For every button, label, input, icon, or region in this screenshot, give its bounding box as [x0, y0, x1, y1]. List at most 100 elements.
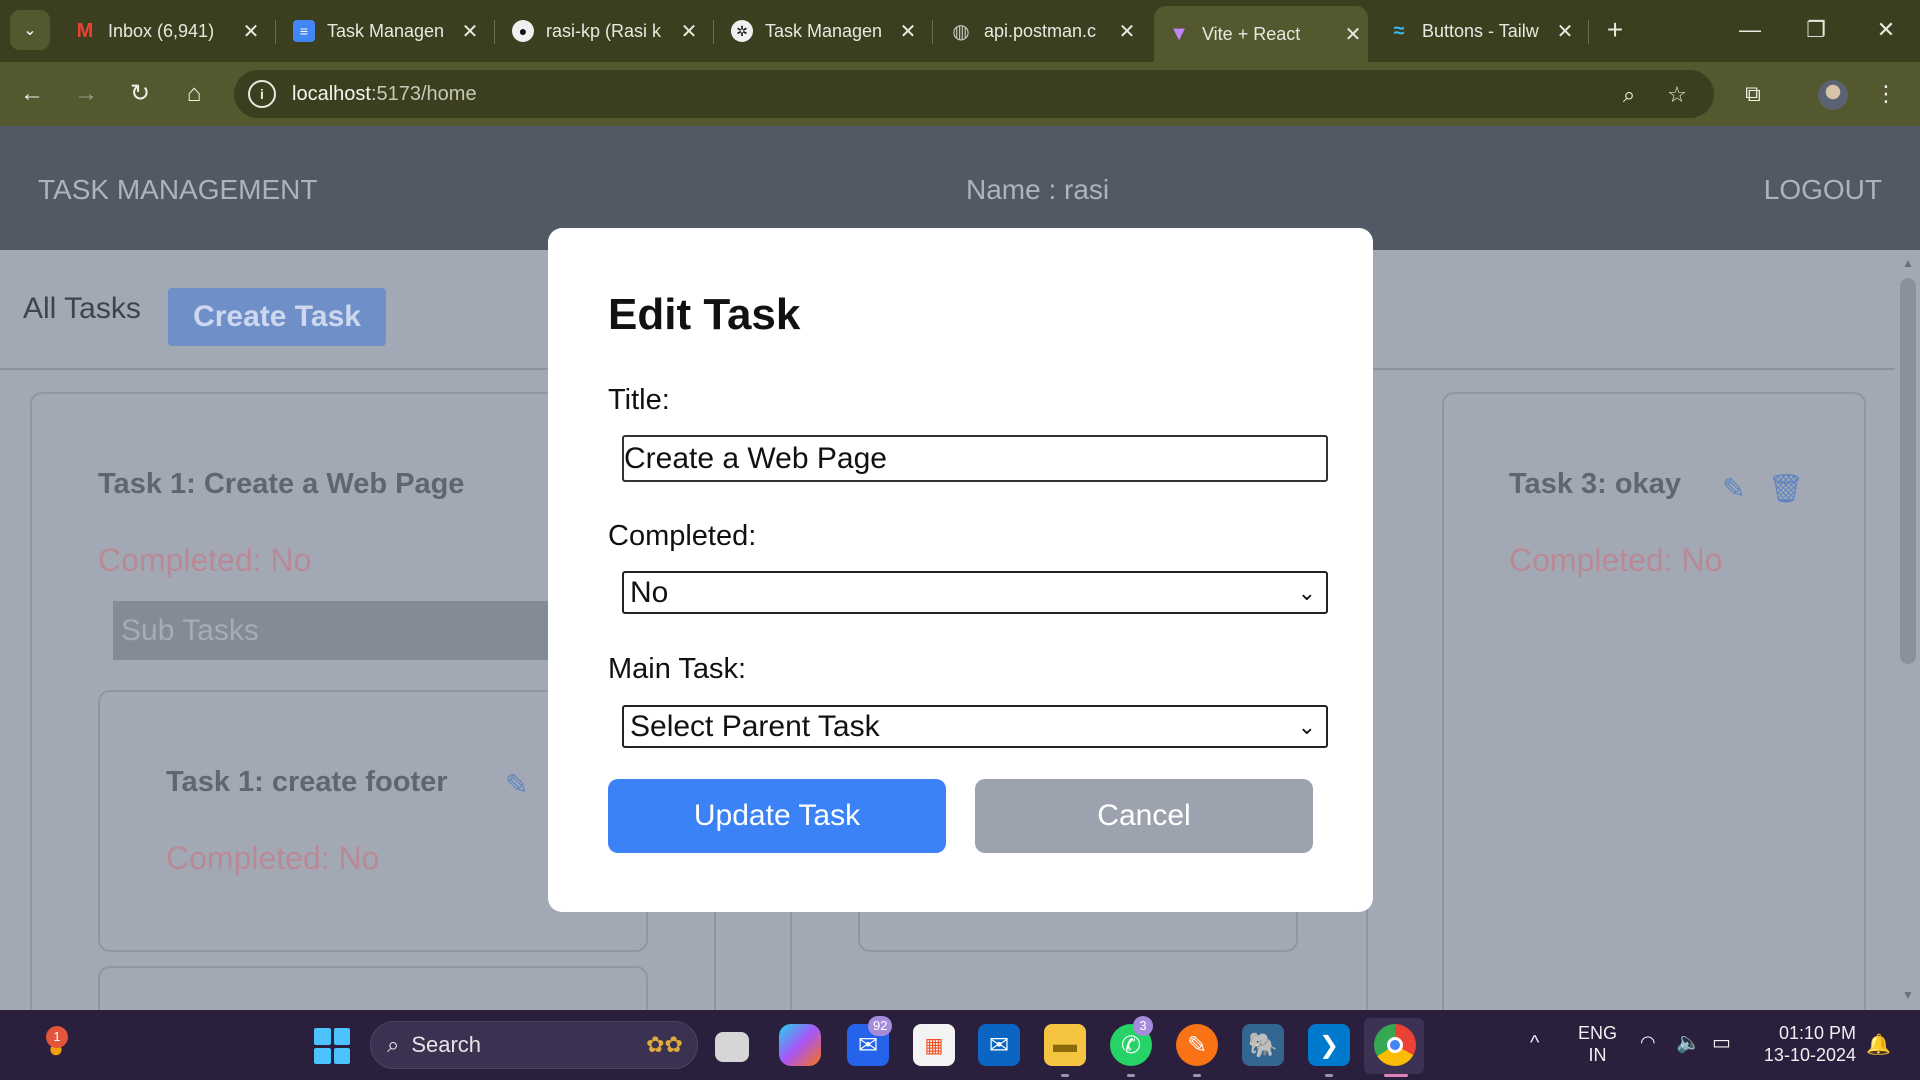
url-text[interactable]: localhost:5173/home	[292, 83, 477, 106]
notification-badge: 3	[1133, 1016, 1153, 1036]
chevron-down-icon: ⌄	[1297, 580, 1316, 605]
volume-icon[interactable]: 🔈	[1676, 1030, 1701, 1055]
completed-select[interactable]: No ⌄	[622, 571, 1328, 614]
all-tasks-heading: All Tasks	[23, 292, 141, 325]
postman-icon[interactable]: ✎	[1176, 1024, 1218, 1066]
task-title: Task 3: okay	[1509, 468, 1681, 500]
chatgpt-icon: ✲	[731, 20, 753, 42]
reload-icon[interactable]: ↻	[122, 76, 158, 112]
notifications-bell-icon[interactable]: 🔔	[1866, 1032, 1891, 1057]
battery-icon[interactable]: ▭	[1712, 1030, 1731, 1055]
main-task-select[interactable]: Select Parent Task ⌄	[622, 705, 1328, 748]
scroll-down-icon[interactable]: ▼	[1899, 988, 1917, 1006]
system-clock[interactable]: 01:10 PM 13-10-2024	[1760, 1022, 1856, 1066]
chrome-menu-icon[interactable]: ⋮	[1868, 76, 1904, 112]
tab-divider	[1588, 20, 1589, 44]
tab-chatgpt[interactable]: ✲ Task Managen ✕	[717, 10, 923, 52]
restore-icon[interactable]: ❐	[1796, 12, 1836, 48]
edit-task-modal: Edit Task Title: Create a Web Page Compl…	[548, 228, 1373, 912]
main-task-label: Main Task:	[608, 653, 747, 685]
cancel-button[interactable]: Cancel	[975, 779, 1313, 853]
close-tab-icon[interactable]: ✕	[1112, 19, 1142, 44]
close-tab-icon[interactable]: ✕	[1550, 19, 1580, 44]
tab-task-management-doc[interactable]: ≡ Task Managen ✕	[279, 10, 485, 52]
task-status: Completed: No	[1509, 542, 1723, 578]
windows-start-icon[interactable]	[314, 1028, 350, 1064]
vite-icon: ▼	[1169, 22, 1189, 45]
modal-title: Edit Task	[608, 290, 801, 339]
running-indicator-active	[1384, 1074, 1408, 1077]
edit-icon[interactable]: ✎	[505, 768, 528, 801]
site-info-icon[interactable]: i	[248, 80, 276, 108]
close-tab-icon[interactable]: ✕	[674, 19, 704, 44]
close-tab-icon[interactable]: ✕	[893, 19, 923, 44]
close-window-icon[interactable]: ✕	[1866, 12, 1906, 48]
close-tab-icon[interactable]: ✕	[455, 19, 485, 44]
language-indicator[interactable]: ENG IN	[1578, 1022, 1617, 1066]
trash-icon[interactable]: 🗑	[1768, 472, 1804, 505]
user-name-label: Name : rasi	[966, 174, 1110, 205]
browser-tab-bar: ⌄ M Inbox (6,941) ✕ ≡ Task Managen ✕ ● r…	[0, 0, 1920, 62]
edit-icon[interactable]: ✎	[1722, 472, 1745, 505]
home-icon[interactable]: ⌂	[176, 76, 212, 112]
taskbar-search[interactable]: ⌕ Search ✿✿	[370, 1021, 698, 1069]
tray-overflow-chevron-icon[interactable]: ^	[1530, 1032, 1539, 1055]
scroll-thumb[interactable]	[1900, 278, 1916, 664]
logout-button[interactable]: LOGOUT	[1764, 174, 1882, 206]
vscode-icon[interactable]: ❯	[1308, 1024, 1350, 1066]
completed-label: Completed:	[608, 520, 757, 552]
create-task-button[interactable]: Create Task	[168, 288, 386, 346]
tab-search-chevron-icon[interactable]: ⌄	[10, 10, 50, 50]
task-status: Completed: No	[98, 542, 312, 578]
sub-tasks-header: Sub Tasks	[113, 601, 553, 660]
forward-arrow-icon[interactable]: →	[68, 76, 104, 112]
extensions-puzzle-icon[interactable]: ⧉	[1735, 76, 1771, 112]
store-icon[interactable]: ▦	[913, 1024, 955, 1066]
task-view-icon[interactable]	[715, 1032, 749, 1062]
task-title: Task 1: Create a Web Page	[98, 468, 465, 500]
chrome-icon[interactable]	[1374, 1024, 1416, 1066]
back-arrow-icon[interactable]: ←	[14, 76, 50, 112]
outlook-new-icon[interactable]: ✉	[978, 1024, 1020, 1066]
update-task-button[interactable]: Update Task	[608, 779, 946, 853]
profile-avatar[interactable]	[1818, 80, 1848, 110]
tab-github[interactable]: ● rasi-kp (Rasi k ✕	[498, 10, 704, 52]
tab-divider	[275, 20, 276, 44]
tab-divider	[713, 20, 714, 44]
close-tab-icon[interactable]: ✕	[1338, 22, 1368, 47]
close-tab-icon[interactable]: ✕	[236, 19, 266, 44]
tab-gmail[interactable]: M Inbox (6,941) ✕	[60, 10, 266, 52]
running-indicator	[1325, 1074, 1333, 1077]
chevron-down-icon: ⌄	[1297, 714, 1316, 739]
bookmark-star-icon[interactable]: ☆	[1662, 80, 1692, 110]
running-indicator	[1061, 1074, 1069, 1077]
running-indicator	[1193, 1074, 1201, 1077]
app-brand: TASK MANAGEMENT	[38, 174, 318, 205]
zoom-icon[interactable]: ⌕	[1614, 80, 1644, 110]
search-highlight-icon: ✿✿	[646, 1032, 683, 1057]
postgresql-icon[interactable]: 🐘	[1242, 1024, 1284, 1066]
tab-postman[interactable]: ◍ api.postman.c ✕	[936, 10, 1142, 52]
search-icon: ⌕	[387, 1032, 400, 1057]
tab-vite-react[interactable]: ▼ Vite + React ✕	[1154, 6, 1368, 62]
file-explorer-icon[interactable]: ▬	[1044, 1024, 1086, 1066]
copilot-icon[interactable]	[779, 1024, 821, 1066]
tab-tailwind[interactable]: ≈ Buttons - Tailw ✕	[1374, 10, 1580, 52]
minimize-icon[interactable]: —	[1730, 12, 1770, 48]
github-icon: ●	[512, 20, 534, 42]
title-label: Title:	[608, 384, 670, 416]
tab-divider	[932, 20, 933, 44]
tab-divider	[494, 20, 495, 44]
tailwind-icon: ≈	[1393, 19, 1405, 42]
browser-toolbar: ← → ↻ ⌂ i localhost:5173/home ⌕ ☆ ⧉ ⋮	[0, 62, 1920, 126]
windows-taskbar: ● 1 ⌕ Search ✿✿ ✉ 92 ▦ ✉ ▬ ✆ 3 ✎ 🐘 ❯ ^ E…	[0, 1010, 1920, 1080]
new-tab-plus-icon[interactable]: +	[1598, 14, 1632, 48]
subtask-status: Completed: No	[166, 840, 380, 876]
address-bar[interactable]: i localhost:5173/home ⌕ ☆	[234, 70, 1714, 118]
wifi-icon[interactable]: ◠	[1640, 1032, 1656, 1053]
title-input[interactable]: Create a Web Page	[622, 435, 1328, 482]
subtask-title: Task 1: create footer	[166, 766, 448, 798]
gmail-icon: M	[76, 19, 94, 42]
scroll-up-icon[interactable]: ▲	[1899, 256, 1917, 274]
notification-badge: 1	[46, 1026, 68, 1048]
